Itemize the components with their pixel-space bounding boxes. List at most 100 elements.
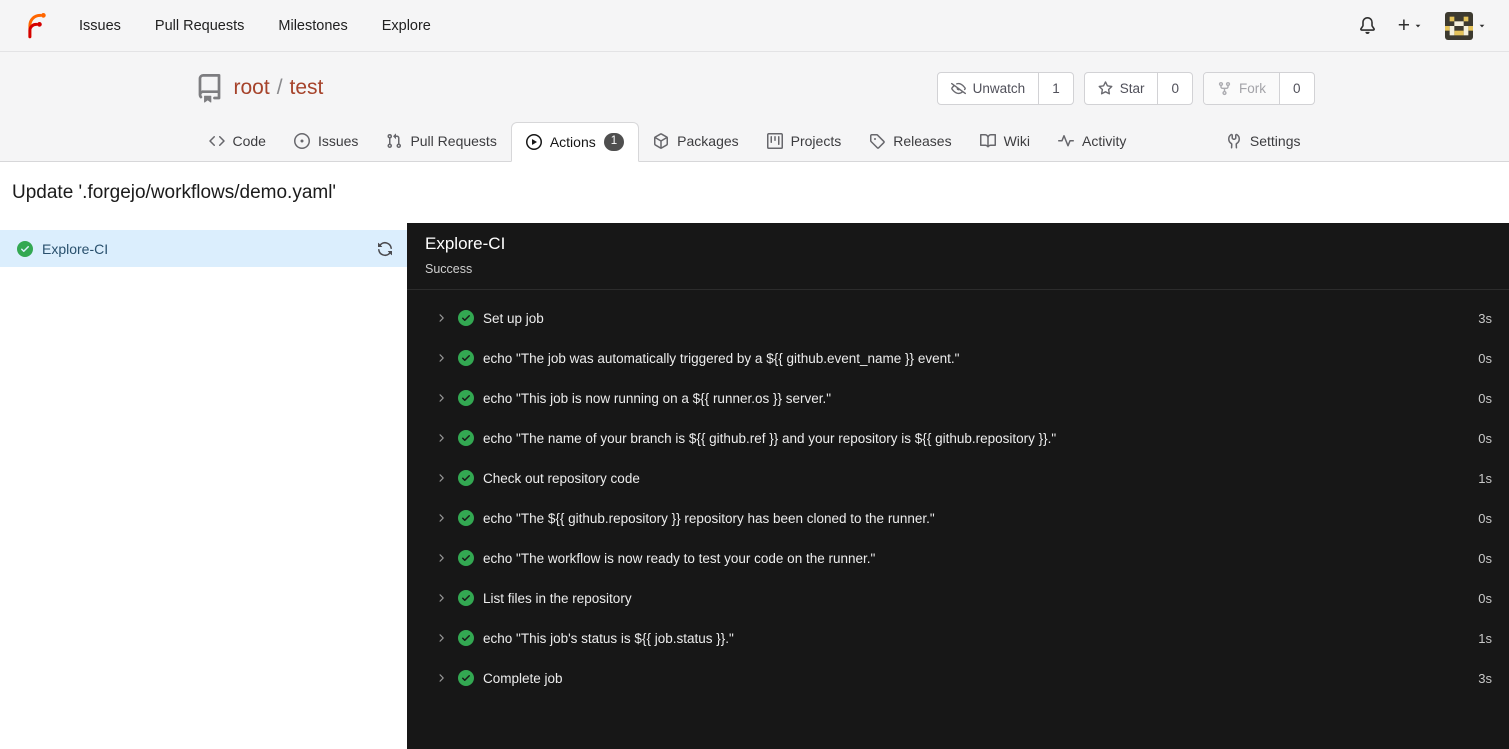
stars-count[interactable]: 0 [1158,73,1192,104]
repo-action-buttons: Unwatch 1 Star 0 Fork 0 [936,71,1315,105]
tab-issues[interactable]: Issues [280,121,372,161]
step-name: Set up job [483,310,544,326]
tab-releases[interactable]: Releases [855,121,965,161]
job-item-explore-ci[interactable]: Explore-CI [0,230,407,267]
fork-icon [1217,81,1232,96]
star-label: Star [1119,80,1145,96]
step-row[interactable]: echo "The ${{ github.repository }} repos… [407,498,1509,538]
steps-list: Set up job 3s echo "The job was automati… [407,290,1509,698]
create-new-menu[interactable]: + [1398,15,1423,36]
top-navbar: Issues Pull Requests Milestones Explore … [0,0,1509,52]
nav-link-pull-requests[interactable]: Pull Requests [155,18,244,34]
watchers-count[interactable]: 1 [1039,73,1073,104]
step-row[interactable]: Check out repository code 1s [407,458,1509,498]
step-duration: 0s [1478,390,1492,406]
step-row[interactable]: Complete job 3s [407,658,1509,698]
step-row[interactable]: echo "This job's status is ${{ job.statu… [407,618,1509,658]
unwatch-label: Unwatch [972,80,1026,96]
actions-count-badge: 1 [603,133,625,151]
step-duration: 0s [1478,550,1492,566]
bell-icon[interactable] [1359,17,1376,34]
step-row[interactable]: List files in the repository 0s [407,578,1509,618]
nav-link-issues[interactable]: Issues [79,18,121,34]
repo-name-link[interactable]: test [290,76,324,100]
plus-icon: + [1397,14,1410,37]
step-name: echo "The job was automatically triggere… [483,350,960,366]
eye-closed-icon [951,81,966,96]
nav-link-milestones[interactable]: Milestones [278,18,347,34]
step-row[interactable]: echo "The workflow is now ready to test … [407,538,1509,578]
tab-projects[interactable]: Projects [753,121,856,161]
job-log-panel: Explore-CI Success Set up job 3s echo "T… [407,223,1509,749]
tab-releases-label: Releases [893,133,952,149]
step-duration: 0s [1478,430,1492,446]
nav-link-explore[interactable]: Explore [382,18,431,34]
star-button-group: Star 0 [1083,71,1193,105]
unwatch-button[interactable]: Unwatch [938,72,1040,104]
forks-count[interactable]: 0 [1280,73,1314,104]
actions-run-page: Update '.forgejo/workflows/demo.yaml' Ex… [0,162,1509,749]
issue-opened-icon [294,133,310,149]
check-circle-icon [458,670,474,686]
check-circle-icon [458,470,474,486]
check-circle-icon [458,550,474,566]
git-pull-request-icon [386,133,402,149]
tab-packages-label: Packages [677,133,739,149]
step-name: List files in the repository [483,590,632,606]
chevron-right-icon [435,632,447,644]
step-name: echo "The name of your branch is ${{ git… [483,430,1057,446]
tab-settings[interactable]: Settings [1212,121,1315,161]
tools-icon [1226,133,1242,149]
tab-code[interactable]: Code [195,121,280,161]
user-menu[interactable] [1445,11,1487,40]
check-circle-icon [458,390,474,406]
tab-projects-label: Projects [790,133,842,149]
tab-wiki[interactable]: Wiki [966,121,1044,161]
step-row[interactable]: echo "This job is now running on a ${{ r… [407,378,1509,418]
tag-icon [869,133,885,149]
chevron-right-icon [435,312,447,324]
tab-pull-requests-label: Pull Requests [410,133,497,149]
check-circle-icon [458,630,474,646]
chevron-right-icon [435,552,447,564]
repo-header: root / test Unwatch 1 Star 0 Fork 0 Code… [0,52,1509,162]
star-button[interactable]: Star [1085,72,1159,104]
job-name: Explore-CI [42,240,109,257]
tab-actions[interactable]: Actions 1 [510,122,640,162]
tab-packages[interactable]: Packages [639,121,752,161]
chevron-right-icon [435,672,447,684]
navbar-right: + [1359,11,1487,40]
fork-button[interactable]: Fork [1203,72,1280,104]
tab-activity[interactable]: Activity [1044,121,1140,161]
repo-owner-link[interactable]: root [234,76,270,100]
fork-button-group: Fork 0 [1202,71,1315,105]
repo-title-row: root / test Unwatch 1 Star 0 Fork 0 [195,70,1315,106]
sync-icon[interactable] [377,241,393,257]
tab-issues-label: Issues [317,133,359,149]
step-duration: 0s [1478,510,1492,526]
chevron-right-icon [435,472,447,484]
tab-wiki-label: Wiki [1003,133,1031,149]
check-circle-icon [458,310,474,326]
chevron-right-icon [435,392,447,404]
step-duration: 1s [1478,630,1492,646]
check-circle-icon [458,350,474,366]
check-circle-icon [458,590,474,606]
step-name: Check out repository code [483,470,640,486]
code-icon [209,133,225,149]
step-name: Complete job [483,670,563,686]
step-row[interactable]: echo "The name of your branch is ${{ git… [407,418,1509,458]
step-row[interactable]: echo "The job was automatically triggere… [407,338,1509,378]
book-icon [980,133,996,149]
forgejo-logo[interactable] [22,12,49,39]
star-icon [1098,81,1113,96]
caret-down-icon [1413,21,1423,31]
avatar [1445,11,1473,40]
tab-pull-requests[interactable]: Pull Requests [372,121,510,161]
step-row[interactable]: Set up job 3s [407,298,1509,338]
fork-label: Fork [1238,80,1266,96]
job-panel-title: Explore-CI [425,234,506,253]
project-icon [767,133,783,149]
step-name: echo "The ${{ github.repository }} repos… [483,510,935,526]
job-status-text: Success [425,262,473,276]
